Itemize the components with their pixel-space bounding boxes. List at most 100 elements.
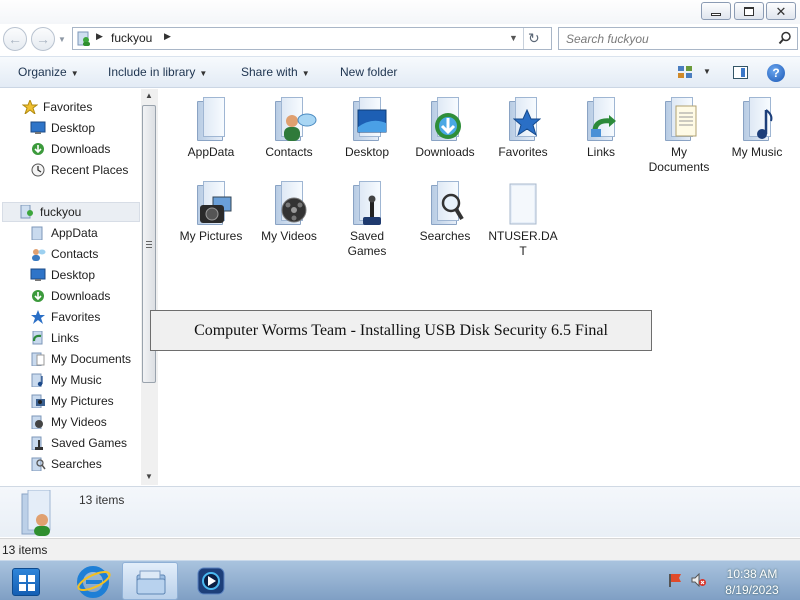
help-icon[interactable]: ? xyxy=(767,64,785,82)
volume-muted-icon[interactable] xyxy=(691,573,706,587)
forward-button[interactable]: → xyxy=(31,27,55,51)
address-history-dropdown[interactable]: ▼ xyxy=(509,33,518,43)
close-button[interactable]: ✕ xyxy=(766,2,796,20)
view-options-dropdown[interactable]: ▼ xyxy=(703,67,711,76)
videos-folder-icon xyxy=(273,181,307,225)
tree-label: My Videos xyxy=(51,415,107,429)
file-list: AppData Contacts Desktop Downloads Favor… xyxy=(158,89,800,485)
include-in-library-button[interactable]: Include in library ▼ xyxy=(108,65,207,79)
change-view-icon[interactable] xyxy=(678,66,692,79)
music-folder-icon xyxy=(741,97,773,141)
file-item-desktop[interactable]: Desktop xyxy=(330,97,404,160)
address-bar[interactable]: ▶ fuckyou ▶ ▼ ↻ xyxy=(72,27,552,50)
new-folder-button[interactable]: New folder xyxy=(340,65,397,79)
file-item-appdata[interactable]: AppData xyxy=(174,97,248,160)
tree-label: My Music xyxy=(51,373,102,387)
share-with-label: Share with xyxy=(241,65,298,79)
file-item-my-videos[interactable]: My Videos xyxy=(252,181,326,244)
tree-label: Favorites xyxy=(43,100,93,114)
scroll-down-icon[interactable]: ▼ xyxy=(145,472,153,481)
videos-icon xyxy=(31,415,43,429)
status-item-count: 13 items xyxy=(2,543,48,557)
desktop-folder-icon xyxy=(351,97,387,141)
file-label: My Videos xyxy=(261,229,317,243)
file-item-favorites[interactable]: Favorites xyxy=(486,97,560,160)
minimize-button[interactable] xyxy=(701,2,731,20)
divider xyxy=(523,28,524,49)
favorites-folder-icon xyxy=(507,97,541,141)
start-button[interactable] xyxy=(12,568,40,596)
recent-places-icon xyxy=(31,163,45,177)
minimize-icon xyxy=(711,12,721,16)
file-item-my-pictures[interactable]: My Pictures xyxy=(174,181,248,244)
file-item-my-documents[interactable]: My Documents xyxy=(642,97,716,175)
file-label: My Music xyxy=(731,145,783,159)
preview-pane-icon[interactable] xyxy=(733,66,748,79)
back-button[interactable]: ← xyxy=(3,27,27,51)
tree-label: My Documents xyxy=(51,352,132,366)
command-bar: Organize ▼ Include in library ▼ Share with… xyxy=(0,56,800,88)
tree-label: Links xyxy=(51,331,80,345)
file-label: Searches xyxy=(419,229,471,243)
file-item-contacts[interactable]: Contacts xyxy=(252,97,326,160)
file-icon xyxy=(507,181,539,225)
title-bar[interactable]: ✕ xyxy=(0,0,800,24)
breadcrumb-folder[interactable]: fuckyou xyxy=(111,31,152,45)
windows-logo-icon xyxy=(19,575,26,582)
navigation-pane: Favorites Desktop Downloads Recent Place… xyxy=(0,89,158,485)
search-input[interactable]: Search fuckyou xyxy=(558,27,798,50)
refresh-icon[interactable]: ↻ xyxy=(528,30,540,47)
links-folder-icon xyxy=(585,97,617,141)
share-with-button[interactable]: Share with ▼ xyxy=(241,65,310,79)
chevron-down-icon: ▼ xyxy=(70,69,79,78)
tree-item-fuckyou[interactable]: fuckyou xyxy=(2,202,140,222)
scroll-up-icon[interactable]: ▲ xyxy=(145,91,153,100)
tree-label: Recent Places xyxy=(51,163,129,177)
action-center-flag-icon[interactable] xyxy=(668,573,682,587)
file-item-links[interactable]: Links xyxy=(564,97,638,160)
file-label: Favorites xyxy=(498,145,548,159)
saved-games-folder-icon xyxy=(351,181,383,225)
breadcrumb-arrow-icon[interactable]: ▶ xyxy=(96,31,103,42)
file-item-saved-games[interactable]: Saved Games xyxy=(330,181,404,259)
file-item-ntuser-dat[interactable]: NTUSER.DAT xyxy=(486,181,560,259)
search-icon[interactable] xyxy=(778,31,792,45)
tree-label: Favorites xyxy=(51,310,101,324)
details-pane: 13 items xyxy=(0,486,800,537)
clock-date: 8/19/2023 xyxy=(725,583,779,597)
contacts-icon xyxy=(32,249,46,261)
tree-label: Searches xyxy=(51,457,102,471)
back-arrow-icon: ← xyxy=(8,31,22,47)
chevron-down-icon: ▼ xyxy=(301,69,310,78)
folder-icon xyxy=(31,226,43,240)
file-item-downloads[interactable]: Downloads xyxy=(408,97,482,160)
user-folder-icon xyxy=(21,490,51,536)
breadcrumb-arrow-icon[interactable]: ▶ xyxy=(164,31,171,42)
explorer-window: ✕ ← → ▼ ▶ fuckyou ▶ ▼ ↻ Search fuckyou O… xyxy=(0,0,800,560)
recent-pages-dropdown[interactable]: ▼ xyxy=(58,35,66,44)
downloads-icon xyxy=(32,290,44,302)
file-label: Saved Games xyxy=(347,229,387,258)
taskbar-windows-explorer[interactable] xyxy=(122,562,178,600)
pictures-icon xyxy=(31,394,45,408)
close-icon: ✕ xyxy=(775,3,787,19)
tree-label: Desktop xyxy=(51,268,96,282)
include-in-library-label: Include in library xyxy=(108,65,196,79)
file-item-searches[interactable]: Searches xyxy=(408,181,482,244)
clock-time: 10:38 AM xyxy=(726,567,778,581)
organize-button[interactable]: Organize ▼ xyxy=(18,65,79,79)
taskbar-media-player[interactable] xyxy=(182,562,238,600)
navigation-pane-scrollbar[interactable]: ▲ ▼ xyxy=(141,89,158,485)
tree-label: Downloads xyxy=(51,142,111,156)
documents-icon xyxy=(31,352,45,366)
file-item-my-music[interactable]: My Music xyxy=(720,97,794,160)
tree-label: My Pictures xyxy=(51,394,114,408)
taskbar-internet-explorer[interactable] xyxy=(66,562,122,600)
taskbar: 10:38 AM 8/19/2023 xyxy=(0,560,800,600)
restore-button[interactable] xyxy=(734,2,764,20)
favorites-icon xyxy=(31,310,45,324)
user-folder-icon xyxy=(20,205,33,219)
tree-label: fuckyou xyxy=(40,205,82,219)
forward-arrow-icon: → xyxy=(36,31,50,47)
system-clock[interactable]: 10:38 AM 8/19/2023 xyxy=(712,566,792,598)
